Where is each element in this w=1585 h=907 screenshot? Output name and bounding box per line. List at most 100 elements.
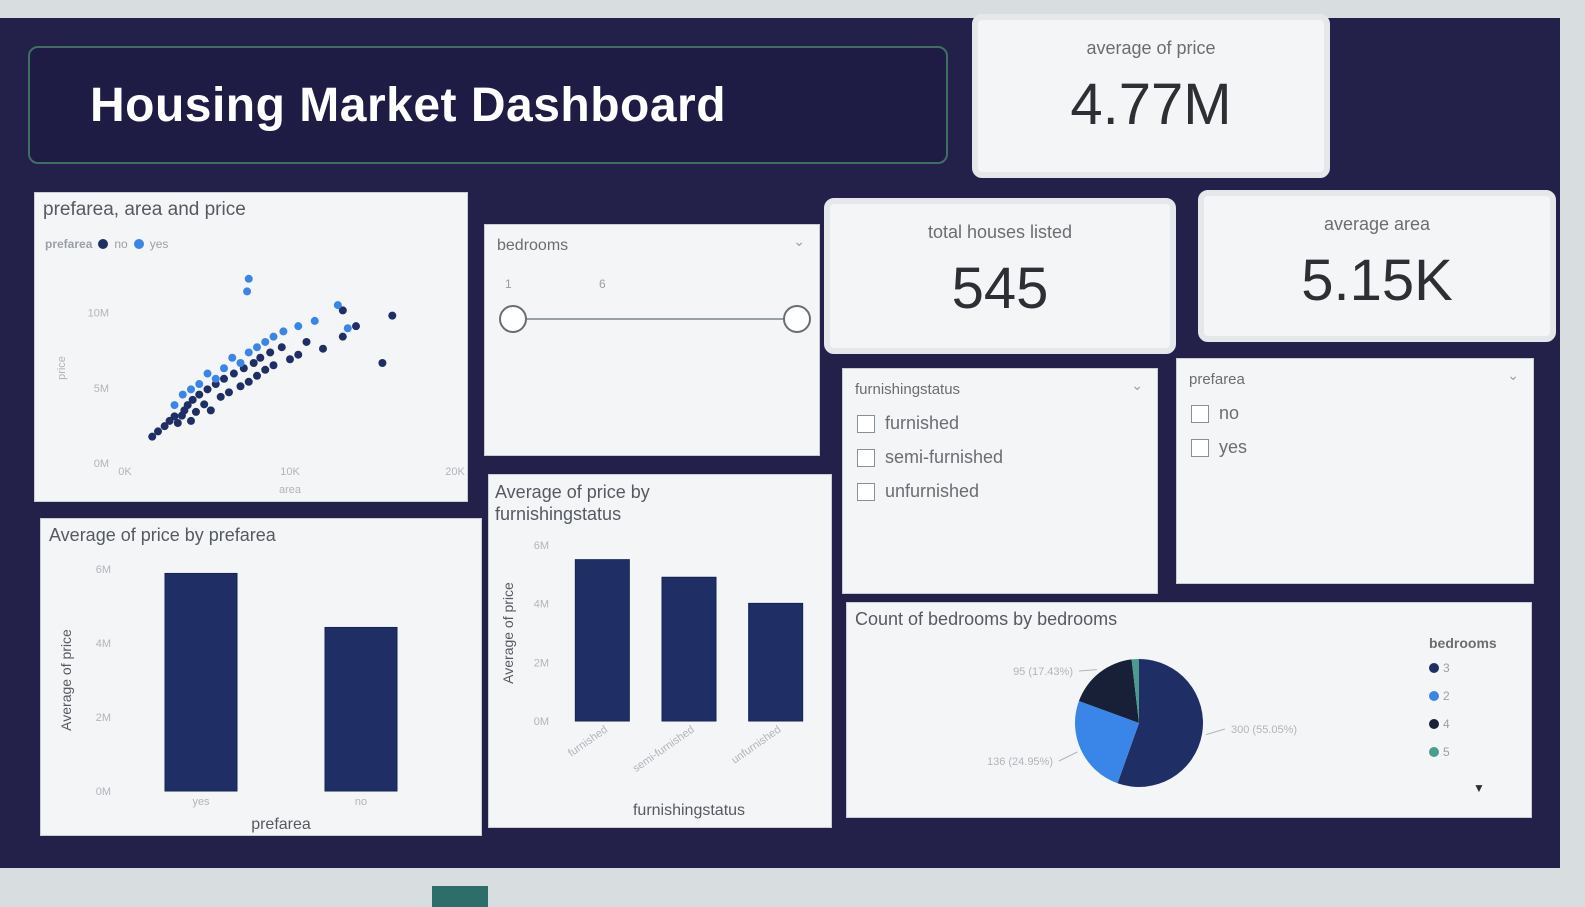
option-no[interactable]: no	[1191, 403, 1239, 424]
legend-label: 2	[1443, 689, 1450, 703]
slider-min-handle[interactable]	[499, 305, 527, 333]
option-label: no	[1219, 403, 1240, 423]
slicer-title: prefarea	[1189, 371, 1245, 388]
x-tick-label: 0K	[118, 466, 132, 478]
scatter-point-no	[244, 377, 253, 386]
scatter-point-no	[220, 374, 228, 383]
scatter-point-no	[191, 407, 200, 416]
scatter-point-yes	[333, 301, 342, 310]
scatter-point-no	[200, 400, 209, 409]
pie-legend-item[interactable]: 4	[1429, 717, 1450, 731]
legend-dot	[1429, 691, 1439, 701]
prefarea-bar-panel: Average of price by prefarea 0M 2M 4M 6M yes…	[40, 518, 482, 836]
scatter-point-no	[229, 369, 238, 378]
slicer-title: furnishingstatus	[855, 381, 961, 398]
scatter-point-yes	[220, 364, 228, 373]
option-semi-furnished[interactable]: semi-furnished	[857, 447, 1003, 468]
x-axis-label: furnishingstatus	[633, 802, 745, 819]
x-axis-label: area	[279, 484, 302, 496]
scatter-point-no	[253, 371, 261, 380]
y-tick-label: 10M	[88, 308, 109, 320]
y-tick-label: 2M	[534, 657, 549, 669]
checkbox[interactable]	[857, 414, 875, 433]
option-unfurnished[interactable]: unfurnished	[857, 481, 979, 502]
legend-dot	[1429, 663, 1439, 673]
y-tick-label: 6M	[534, 540, 549, 552]
chevron-down-icon[interactable]: ⌄	[793, 233, 805, 250]
slider-max-handle[interactable]	[783, 305, 811, 333]
scatter-point-no	[154, 427, 162, 436]
scatter-point-yes	[310, 316, 319, 325]
checkbox[interactable]	[1191, 438, 1209, 457]
x-tick-label: semi-furnished	[631, 724, 697, 775]
pie-legend-item[interactable]: 5	[1429, 745, 1450, 759]
scatter-point-no	[277, 343, 286, 352]
y-axis-label: Average of price	[500, 582, 516, 684]
scroll-down-icon[interactable]: ▼	[1473, 781, 1485, 795]
legend-dot	[1429, 747, 1439, 757]
scatter-point-yes	[343, 324, 352, 333]
legend-label: 4	[1443, 717, 1450, 731]
pie-data-label: 95 (17.43%)	[1013, 666, 1073, 678]
scatter-point-yes	[244, 274, 253, 283]
chevron-down-icon[interactable]: ⌄	[1507, 367, 1519, 384]
bar-unfurnished	[748, 602, 804, 722]
prefarea-slicer: prefarea ⌄ no yes	[1176, 358, 1534, 584]
bar-no	[324, 626, 398, 792]
pie-legend-item[interactable]: 3	[1429, 661, 1450, 675]
scatter-point-no	[378, 359, 387, 367]
x-axis-label: prefarea	[251, 816, 311, 833]
scatter-point-yes	[211, 374, 220, 383]
scatter-panel: prefarea, area and price prefarea no yes…	[34, 192, 468, 502]
checkbox[interactable]	[857, 482, 875, 501]
pie-legend-item[interactable]: 2	[1429, 689, 1450, 703]
scatter-point-no	[256, 353, 265, 362]
scatter-point-no	[286, 355, 294, 364]
scatter-point-no	[187, 416, 195, 425]
pie-data-label: 136 (24.95%)	[987, 756, 1053, 768]
pie-leader-line	[1058, 751, 1078, 762]
bedrooms-slicer[interactable]: bedrooms ⌄ 1 6	[484, 224, 820, 456]
scatter-point-no	[188, 395, 197, 404]
x-tick-label: 20K	[445, 466, 465, 478]
pie-legend-title: bedrooms	[1429, 635, 1497, 651]
checkbox[interactable]	[857, 448, 875, 467]
slicer-title: bedrooms	[497, 237, 569, 254]
option-label: yes	[1219, 437, 1248, 457]
kpi-average-price: average of price 4.77M	[972, 14, 1330, 178]
y-tick-label: 6M	[96, 564, 111, 576]
pie-leader-line	[1205, 728, 1226, 736]
option-furnished[interactable]: furnished	[857, 413, 959, 434]
x-tick-label: unfurnished	[729, 724, 783, 767]
scatter-point-yes	[269, 332, 278, 341]
y-tick-label: 4M	[96, 638, 111, 650]
scatter-point-no	[224, 388, 233, 397]
option-yes[interactable]: yes	[1191, 437, 1247, 458]
scatter-point-no	[266, 348, 275, 357]
chevron-down-icon[interactable]: ⌄	[1131, 377, 1143, 394]
bar-semi-furnished	[661, 576, 717, 722]
kpi-label: average area	[1323, 214, 1431, 234]
y-axis-label: Average of price	[58, 629, 74, 731]
page-tab-indicator[interactable]	[432, 886, 488, 907]
scatter-point-yes	[228, 353, 237, 362]
scatter-point-yes	[187, 385, 195, 394]
option-label: semi-furnished	[885, 447, 1004, 467]
x-tick-label: furnished	[566, 724, 610, 760]
scatter-point-yes	[244, 348, 253, 357]
scatter-point-yes	[203, 369, 212, 378]
dashboard-title: Housing Market Dashboard	[89, 78, 727, 132]
y-tick-label: 5M	[94, 383, 109, 395]
x-tick-label: 10K	[280, 466, 300, 478]
y-tick-label: 4M	[534, 599, 549, 611]
scatter-point-no	[173, 419, 182, 427]
slider-track	[513, 318, 797, 320]
kpi-value: 4.77M	[1070, 72, 1232, 137]
legend-label: 3	[1443, 661, 1450, 675]
scatter-point-no	[388, 311, 397, 320]
option-label: unfurnished	[885, 481, 980, 501]
scatter-chart: 0M 5M 10M 0K 10K 20K area price	[56, 274, 465, 496]
scatter-point-yes	[195, 380, 204, 389]
scatter-point-no	[203, 385, 212, 394]
checkbox[interactable]	[1191, 404, 1209, 423]
